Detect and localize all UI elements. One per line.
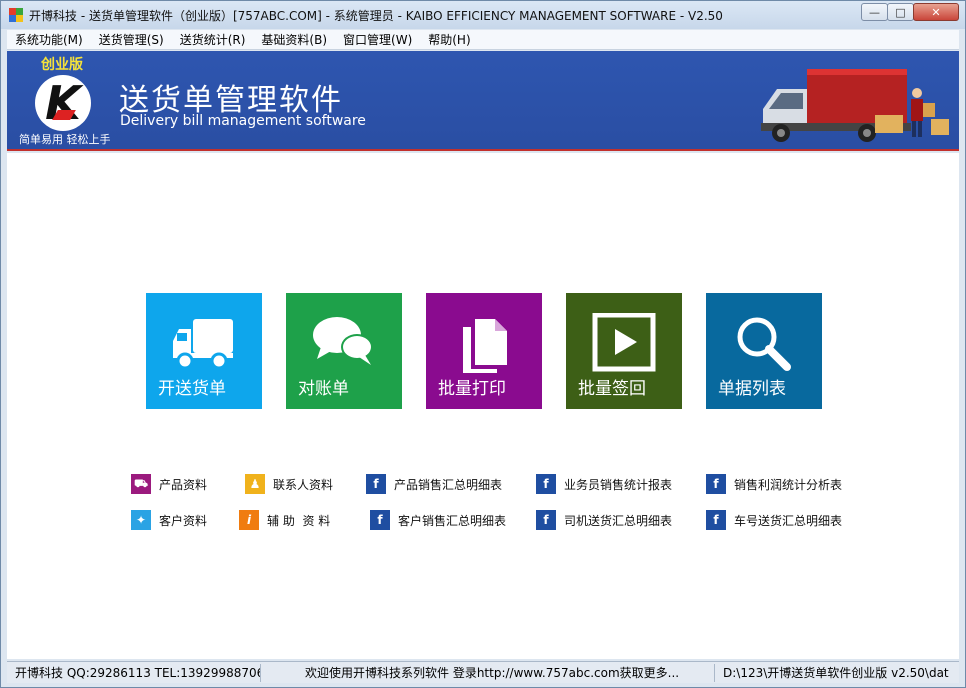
link-label: 客户销售汇总明细表 — [398, 513, 507, 528]
main-content: 开送货单 对账单 批量打印 批量签回 单据列表 ⛟ 产品资料 ♟ 联系人资料 f… — [7, 153, 959, 659]
link-customer-data[interactable]: ✦ 客户资料 — [131, 510, 207, 530]
menu-basic-data[interactable]: 基础资料(B) — [253, 31, 335, 48]
title-bar[interactable]: 开博科技 - 送货单管理软件（创业版）[757ABC.COM] - 系统管理员 … — [1, 1, 965, 29]
link-label: 产品销售汇总明细表 — [394, 477, 503, 492]
link-label: 产品资料 — [159, 477, 208, 492]
tile-label: 批量打印 — [438, 379, 506, 399]
app-subtitle: Delivery bill management software — [120, 113, 366, 129]
header-banner: 创业版 K 简单易用 轻松上手 送货单管理软件 Delivery bill ma… — [7, 51, 959, 151]
cart-icon: ⛟ — [131, 474, 151, 494]
tile-label: 单据列表 — [718, 379, 786, 399]
minimize-button[interactable]: — — [861, 3, 888, 21]
info-icon: i — [239, 510, 259, 530]
slogan: 简单易用 轻松上手 — [19, 133, 111, 146]
status-bar: 开博科技 QQ:29286113 TEL:13929988706 欢迎使用开博科… — [7, 661, 959, 683]
report-icon: f — [536, 474, 556, 494]
link-customer-sales-summary[interactable]: f 客户销售汇总明细表 — [370, 510, 506, 530]
tile-label: 批量签回 — [578, 379, 646, 399]
play-icon — [592, 313, 656, 372]
status-welcome: 欢迎使用开博科技系列软件 登录http://www.757abc.com获取更多… — [261, 663, 715, 682]
maximize-button[interactable]: □ — [887, 3, 914, 21]
link-label: 客户资料 — [159, 513, 208, 528]
status-company: 开博科技 QQ:29286113 TEL:13929988706 — [7, 663, 261, 682]
status-path: D:\123\开博送货单软件创业版 v2.50\dat — [723, 665, 949, 680]
link-label: 司机送货汇总明细表 — [564, 513, 673, 528]
link-label: 销售利润统计分析表 — [734, 477, 843, 492]
close-button[interactable]: ✕ — [913, 3, 959, 21]
menu-statistics[interactable]: 送货统计(R) — [172, 31, 254, 48]
report-icon: f — [366, 474, 386, 494]
tile-batch-print[interactable]: 批量打印 — [426, 293, 542, 409]
link-salesperson-report[interactable]: f 业务员销售统计报表 — [536, 474, 672, 494]
contacts-icon: ♟ — [245, 474, 265, 494]
link-contact-data[interactable]: ♟ 联系人资料 — [245, 474, 333, 494]
report-icon: f — [370, 510, 390, 530]
search-icon — [737, 317, 791, 371]
edition-label: 创业版 — [41, 57, 83, 73]
truck-icon — [173, 319, 233, 370]
chat-icon — [313, 317, 373, 365]
link-auxiliary-data[interactable]: i 辅 助 资 料 — [239, 510, 330, 530]
tile-statement[interactable]: 对账单 — [286, 293, 402, 409]
tile-label: 对账单 — [298, 379, 349, 399]
window-controls: — □ ✕ — [861, 3, 959, 21]
report-icon: f — [706, 510, 726, 530]
report-icon: f — [536, 510, 556, 530]
tile-batch-signback[interactable]: 批量签回 — [566, 293, 682, 409]
tile-document-list[interactable]: 单据列表 — [706, 293, 822, 409]
report-icon: f — [706, 474, 726, 494]
menu-system[interactable]: 系统功能(M) — [7, 31, 91, 48]
link-label: 联系人资料 — [273, 477, 334, 492]
link-label: 业务员销售统计报表 — [564, 477, 673, 492]
link-vehicle-delivery-summary[interactable]: f 车号送货汇总明细表 — [706, 510, 842, 530]
logo: K — [35, 75, 91, 131]
link-product-data[interactable]: ⛟ 产品资料 — [131, 474, 207, 494]
link-label: 辅 助 资 料 — [267, 513, 331, 528]
link-driver-delivery-summary[interactable]: f 司机送货汇总明细表 — [536, 510, 672, 530]
tile-label: 开送货单 — [158, 379, 226, 399]
tile-create-delivery[interactable]: 开送货单 — [146, 293, 262, 409]
menu-help[interactable]: 帮助(H) — [420, 31, 478, 48]
app-icon — [9, 8, 23, 22]
menu-window[interactable]: 窗口管理(W) — [335, 31, 420, 48]
copy-icon — [463, 319, 507, 373]
app-window: 开博科技 - 送货单管理软件（创业版）[757ABC.COM] - 系统管理员 … — [0, 0, 966, 688]
link-label: 车号送货汇总明细表 — [734, 513, 843, 528]
menu-delivery[interactable]: 送货管理(S) — [91, 31, 172, 48]
link-product-sales-summary[interactable]: f 产品销售汇总明细表 — [366, 474, 502, 494]
logo-letter: K — [45, 76, 81, 130]
window-title: 开博科技 - 送货单管理软件（创业版）[757ABC.COM] - 系统管理员 … — [29, 8, 723, 23]
delivery-truck-illustration — [761, 69, 949, 142]
menu-bar: 系统功能(M) 送货管理(S) 送货统计(R) 基础资料(B) 窗口管理(W) … — [7, 30, 959, 50]
link-profit-analysis[interactable]: f 销售利润统计分析表 — [706, 474, 842, 494]
bird-icon: ✦ — [131, 510, 151, 530]
